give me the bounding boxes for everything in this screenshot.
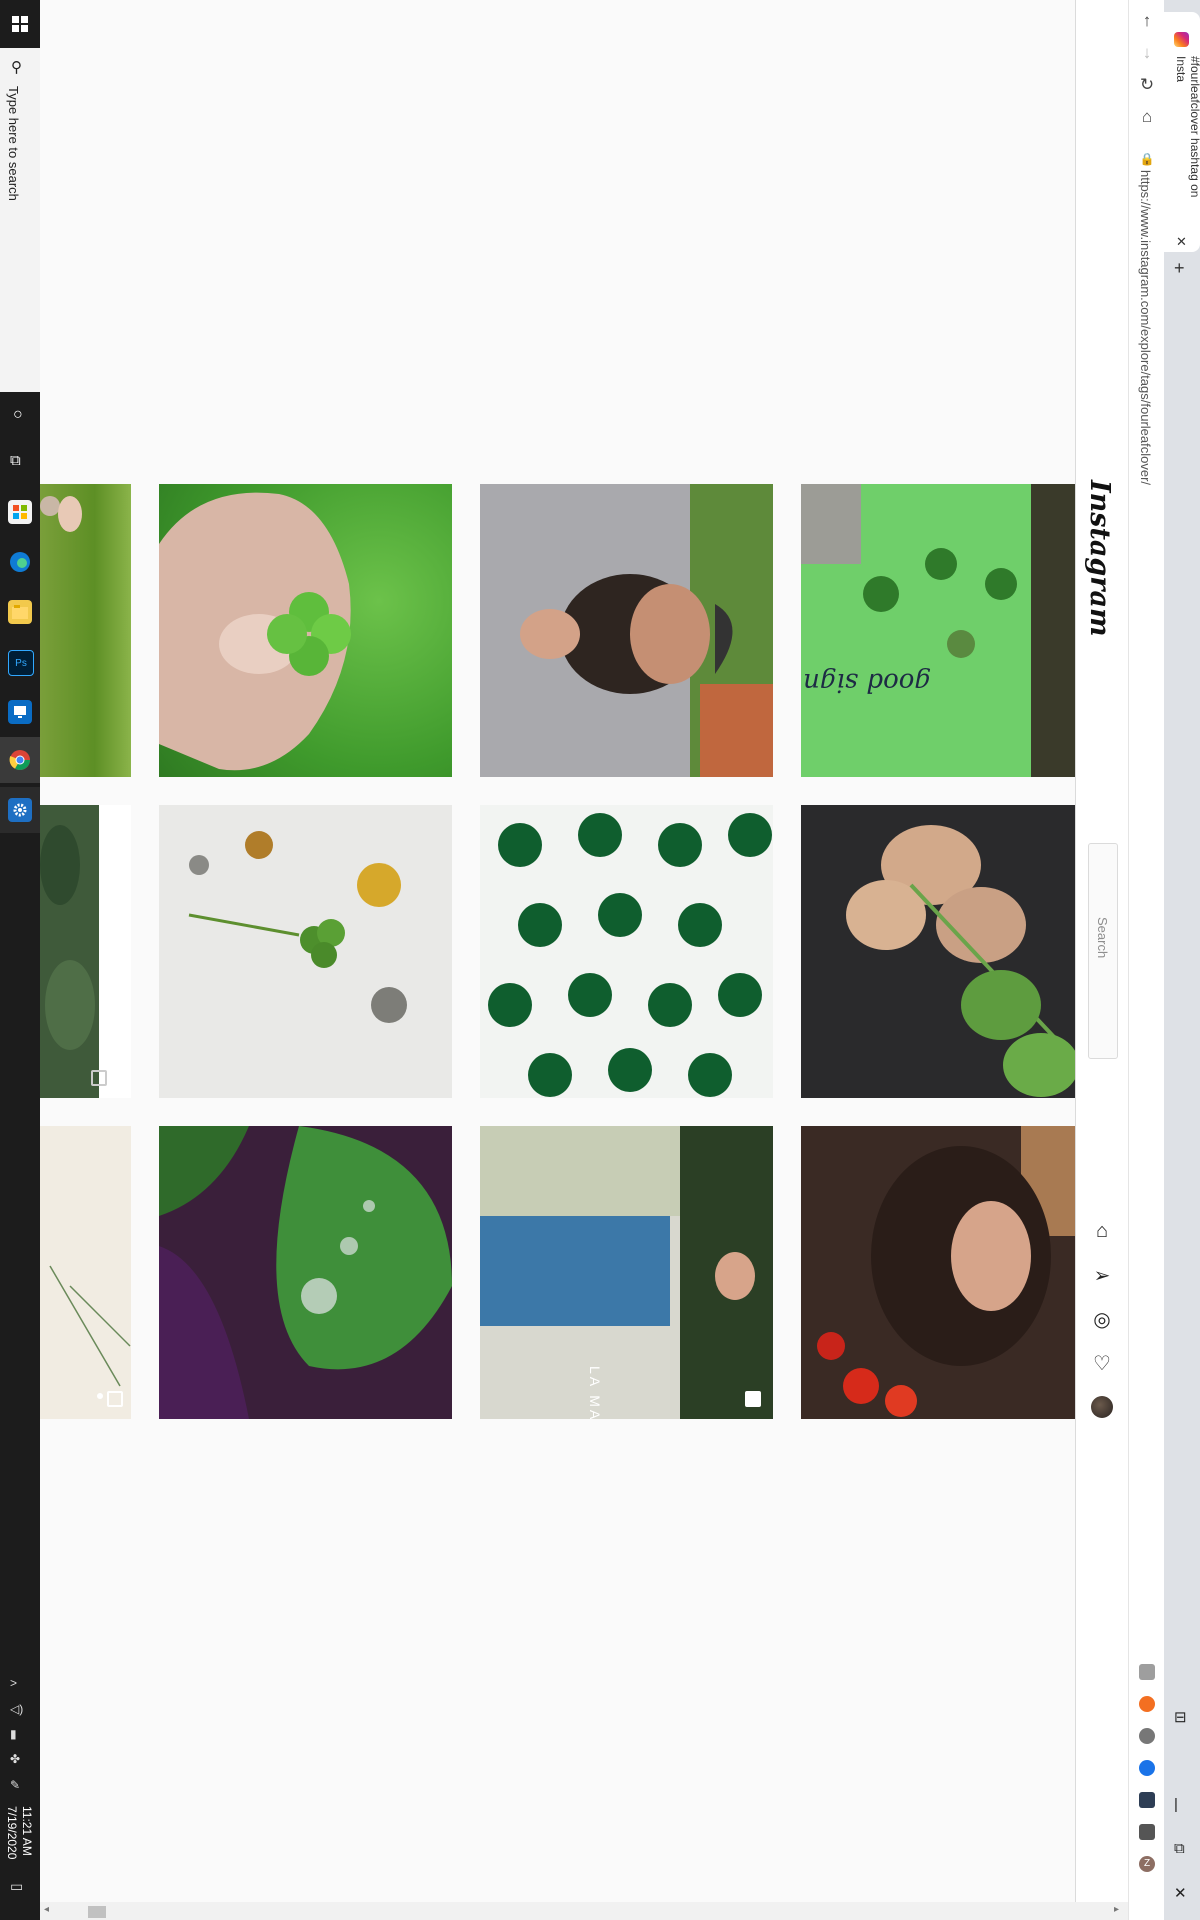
edge-icon[interactable] — [8, 550, 32, 574]
browser-toolbar: ↑ ↓ ↻ ⌂ 🔒 https://www.instagram.com/expl… — [1128, 0, 1165, 1920]
pen-icon[interactable]: ✎ — [10, 1778, 20, 1792]
tab-search-icon[interactable]: ⊟ — [1174, 1708, 1187, 1726]
maximize-icon[interactable]: ⧉ — [1174, 1840, 1185, 1857]
instagram-search-input[interactable]: Search — [1088, 843, 1118, 1059]
multi-post-badge — [107, 1391, 123, 1407]
post-tile-woman-red-flowers[interactable] — [801, 1126, 1094, 1419]
puzzle-extensions-icon[interactable] — [1139, 1824, 1155, 1840]
photo-extension-icon[interactable] — [1139, 1792, 1155, 1808]
post-tile-dried-fresh-clover[interactable] — [801, 805, 1094, 1098]
address-bar[interactable]: https://www.instagram.com/explore/tags/f… — [1138, 170, 1153, 485]
scrollbar-thumb[interactable] — [88, 1906, 106, 1918]
post-tile-partial-3[interactable] — [40, 1126, 131, 1419]
scroll-right-arrow-icon[interactable]: ▸ — [1114, 1904, 1119, 1915]
home-page-icon[interactable]: ⌂ — [1136, 106, 1158, 128]
profile-icon[interactable]: Z — [1139, 1856, 1155, 1872]
battery-icon[interactable]: ▮ — [10, 1727, 17, 1741]
reload-icon[interactable]: ↻ — [1136, 74, 1158, 96]
post-tile-good-sign-painting[interactable]: good sign — [801, 484, 1094, 777]
profile-avatar[interactable] — [1091, 1396, 1113, 1418]
close-tab-icon[interactable]: ✕ — [1176, 234, 1187, 250]
post-tile-clover-in-hand[interactable] — [159, 484, 452, 777]
instagram-header: Instagram Search ⌂ ➢ ◎ ♡ — [1075, 0, 1129, 1902]
orange-extension-icon[interactable] — [1139, 1696, 1155, 1712]
post-tile-bearded-man[interactable] — [480, 484, 773, 777]
post-tile-woman-blue-dress[interactable]: LA MARQUISE — [480, 1126, 773, 1419]
painting-text: good sign — [803, 667, 931, 697]
horizontal-scrollbar[interactable]: ◂ ▸ — [40, 1902, 1128, 1920]
volume-icon[interactable]: ◁) — [10, 1702, 23, 1716]
direct-icon[interactable]: ➢ — [1089, 1262, 1115, 1288]
instagram-favicon-icon — [1174, 32, 1189, 47]
settings-gear-icon[interactable] — [8, 798, 32, 822]
chrome-icon[interactable] — [8, 748, 32, 772]
scroll-left-arrow-icon[interactable]: ◂ — [44, 1904, 49, 1915]
close-window-icon[interactable]: ✕ — [1174, 1884, 1187, 1902]
lock-icon: 🔒 — [1139, 152, 1155, 166]
file-explorer-icon[interactable] — [8, 600, 32, 624]
windows-start-icon[interactable] — [0, 0, 40, 48]
dress-brand-text: LA MARQUISE — [587, 1366, 603, 1419]
windows-taskbar: ⚲ Type here to search ○ ⧉ Ps > ◁) ▮ ✤ ✎ … — [0, 0, 41, 1920]
instagram-explore-grid: good sign — [40, 0, 1094, 1902]
activity-heart-icon[interactable]: ♡ — [1089, 1350, 1115, 1376]
remote-desktop-icon[interactable] — [8, 700, 32, 724]
search-icon: ⚲ — [11, 59, 22, 76]
browser-tab-strip: #fourleafclover hashtag on Insta ✕ + ⊟ |… — [1164, 0, 1200, 1920]
post-tile-partial-2[interactable] — [40, 805, 131, 1098]
taskbar-search-box[interactable]: ⚲ Type here to search — [0, 48, 41, 392]
minimize-icon[interactable]: | — [1174, 1796, 1178, 1813]
post-tile-clover-cracked-paint[interactable] — [159, 805, 452, 1098]
instagram-search-placeholder: Search — [1095, 917, 1110, 959]
multi-post-badge — [91, 1070, 107, 1086]
back-icon[interactable]: ↑ — [1136, 10, 1158, 32]
notifications-icon[interactable]: ▭ — [10, 1878, 23, 1895]
post-tile-clover-tiles[interactable] — [480, 805, 773, 1098]
chevron-up-icon[interactable]: > — [10, 1676, 17, 1690]
explore-icon[interactable]: ◎ — [1089, 1306, 1115, 1332]
blue-extension-icon[interactable] — [1139, 1760, 1155, 1776]
photoshop-icon[interactable]: Ps — [8, 650, 34, 676]
post-tile-partial-1[interactable] — [40, 484, 131, 777]
multi-post-badge — [745, 1391, 761, 1407]
microsoft-store-icon[interactable] — [8, 500, 32, 524]
post-tile-purple-green-leaves[interactable] — [159, 1126, 452, 1419]
system-clock[interactable]: 11:21 AM 7/19/2020 — [4, 1806, 34, 1859]
task-view-icon[interactable]: ⧉ — [10, 452, 21, 469]
tab-title: #fourleafclover hashtag on Insta — [1174, 56, 1200, 198]
browser-tab-active[interactable]: #fourleafclover hashtag on Insta ✕ — [1164, 12, 1200, 252]
circle-extension-icon[interactable] — [1139, 1728, 1155, 1744]
network-icon[interactable]: ✤ — [10, 1752, 20, 1766]
home-icon[interactable]: ⌂ — [1089, 1218, 1115, 1244]
new-tab-icon[interactable]: + — [1174, 258, 1185, 279]
grammarly-icon[interactable] — [1139, 1664, 1155, 1680]
clock-time: 11:21 AM — [20, 1806, 34, 1856]
instagram-logo[interactable]: Instagram — [1084, 480, 1115, 637]
clock-date: 7/19/2020 — [5, 1806, 19, 1860]
taskbar-search-placeholder: Type here to search — [6, 86, 21, 201]
forward-icon[interactable]: ↓ — [1136, 42, 1158, 64]
cortana-icon[interactable]: ○ — [13, 406, 23, 424]
